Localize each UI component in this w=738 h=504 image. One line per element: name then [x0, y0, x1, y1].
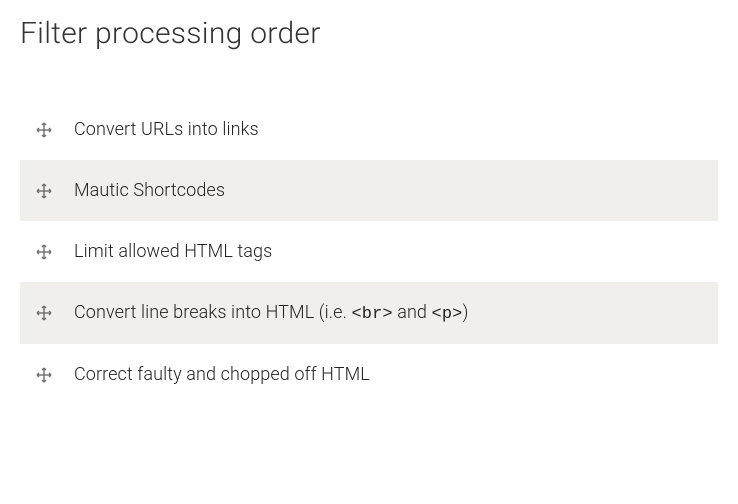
filter-row[interactable]: Convert URLs into links — [20, 99, 718, 160]
drag-handle-icon[interactable] — [36, 244, 52, 260]
filter-row[interactable]: Convert line breaks into HTML (i.e. <br>… — [20, 282, 718, 344]
filter-label: Convert line breaks into HTML (i.e. <br>… — [74, 302, 468, 324]
code-tag: <p> — [432, 305, 463, 324]
filter-label: Convert URLs into links — [74, 119, 259, 140]
filter-row[interactable]: Limit allowed HTML tags — [20, 221, 718, 282]
code-tag: <br> — [351, 305, 392, 324]
filter-row[interactable]: Mautic Shortcodes — [20, 160, 718, 221]
drag-handle-icon[interactable] — [36, 305, 52, 321]
filter-label: Limit allowed HTML tags — [74, 241, 272, 262]
filter-label: Correct faulty and chopped off HTML — [74, 364, 370, 385]
drag-handle-icon[interactable] — [36, 183, 52, 199]
drag-handle-icon[interactable] — [36, 122, 52, 138]
filter-row[interactable]: Correct faulty and chopped off HTML — [20, 344, 718, 405]
filter-list: Convert URLs into links Mautic Shortcode… — [20, 99, 718, 405]
filter-label: Mautic Shortcodes — [74, 180, 225, 201]
page-title: Filter processing order — [20, 16, 718, 51]
drag-handle-icon[interactable] — [36, 367, 52, 383]
